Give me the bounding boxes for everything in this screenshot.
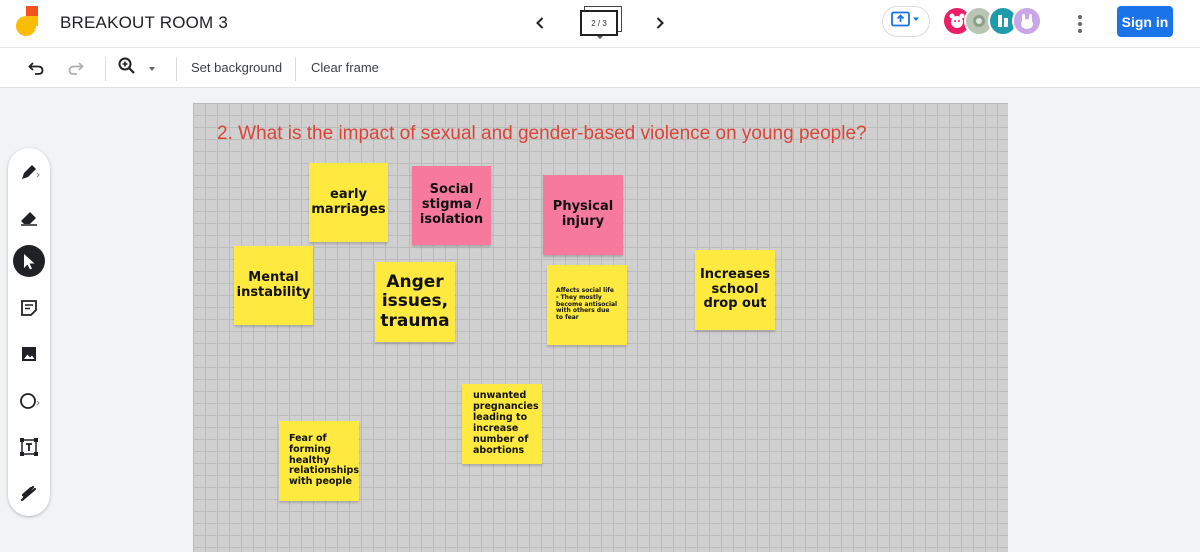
frame-question-text[interactable]: 2. What is the impact of sexual and gend… (217, 123, 867, 145)
zoom-icon (117, 56, 137, 81)
sticky-note[interactable]: early marriages (309, 163, 388, 242)
select-arrow-icon[interactable] (13, 245, 45, 277)
divider (105, 57, 106, 81)
divider (295, 57, 296, 81)
sticky-note[interactable]: Affects social life - They mostly become… (547, 265, 627, 345)
chevron-left-icon[interactable] (526, 9, 554, 37)
eraser-icon[interactable] (13, 201, 45, 233)
laser-pointer-icon[interactable] (13, 478, 45, 510)
pen-icon[interactable] (13, 156, 45, 188)
clear-frame-button[interactable]: Clear frame (311, 60, 379, 75)
jamboard-logo[interactable] (14, 6, 42, 38)
divider (176, 57, 177, 81)
toolbar: Set background Clear frame (0, 48, 1200, 88)
zoom-button[interactable] (117, 56, 165, 80)
sticky-note[interactable]: Social stigma / isolation (412, 166, 491, 245)
app-header: BREAKOUT ROOM 3 2 / 3 Sign in (0, 0, 1200, 48)
chevron-right-icon[interactable] (646, 9, 674, 37)
sticky-note[interactable]: Physical injury (543, 175, 623, 255)
more-vert-icon[interactable] (1066, 10, 1094, 38)
avatar[interactable] (1012, 6, 1042, 36)
image-icon[interactable] (13, 338, 45, 370)
circle-shape-icon[interactable] (13, 385, 45, 417)
frame-indicator: 2 / 3 (580, 10, 618, 36)
undo-icon[interactable] (24, 56, 48, 80)
cast-present-button[interactable] (882, 6, 930, 37)
set-background-button[interactable]: Set background (191, 60, 282, 75)
sticky-note-icon[interactable] (13, 292, 45, 324)
caret-down-icon (149, 67, 155, 71)
sticky-note[interactable]: Mental instability (234, 246, 313, 325)
sticky-note[interactable]: Fear of forming healthy relationships wi… (279, 421, 359, 501)
frame-bar-thumbnail[interactable]: 2 / 3 (578, 6, 624, 40)
sticky-note[interactable]: unwanted pregnancies leading to increase… (462, 384, 542, 464)
text-box-icon[interactable] (13, 431, 45, 463)
whiteboard-canvas[interactable]: 2. What is the impact of sexual and gend… (193, 103, 1008, 552)
jam-title[interactable]: BREAKOUT ROOM 3 (60, 13, 228, 33)
redo-icon[interactable] (64, 56, 88, 80)
tool-rail (8, 148, 50, 516)
sign-in-button[interactable]: Sign in (1117, 6, 1173, 37)
sticky-note[interactable]: Increases school drop out (695, 250, 775, 330)
caret-down-icon (597, 36, 603, 39)
sticky-note[interactable]: Anger issues, trauma (375, 262, 455, 342)
cast-present-icon (891, 11, 921, 32)
